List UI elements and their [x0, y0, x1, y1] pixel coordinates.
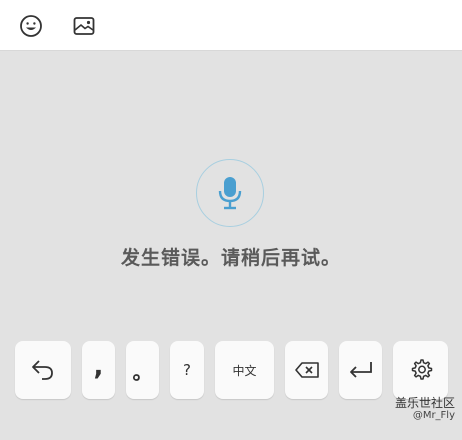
voice-input-button[interactable] [196, 159, 264, 227]
question-key[interactable]: ? [170, 341, 204, 399]
backspace-key[interactable] [285, 341, 328, 399]
comma-key[interactable]: , [82, 341, 115, 399]
watermark-user: @Mr_Fly [412, 410, 455, 422]
language-key[interactable]: 中文 [215, 341, 274, 399]
enter-key[interactable] [339, 341, 382, 399]
emoji-button[interactable] [15, 10, 47, 42]
gear-icon [411, 359, 432, 380]
error-message: 发生错误。请稍后再试。 [120, 247, 341, 269]
sticker-button[interactable] [68, 10, 100, 42]
settings-key[interactable] [393, 341, 448, 399]
backspace-icon [294, 362, 319, 378]
period-key[interactable]: 。 [126, 341, 159, 399]
undo-icon [32, 360, 53, 380]
microphone-icon [218, 177, 242, 210]
undo-key[interactable] [15, 341, 71, 399]
watermark-title: 盖乐世社区 [394, 396, 455, 410]
smiley-icon [20, 15, 42, 37]
keyboard-panel: 发生错误。请稍后再试。 , 。 ? 中文 盖乐世社区 @Mr_Fly [0, 0, 462, 440]
enter-icon [349, 362, 372, 378]
watermark: 盖乐世社区 @Mr_Fly [395, 396, 455, 422]
image-sticker-icon [73, 17, 95, 35]
keyboard-toolbar [0, 0, 462, 51]
